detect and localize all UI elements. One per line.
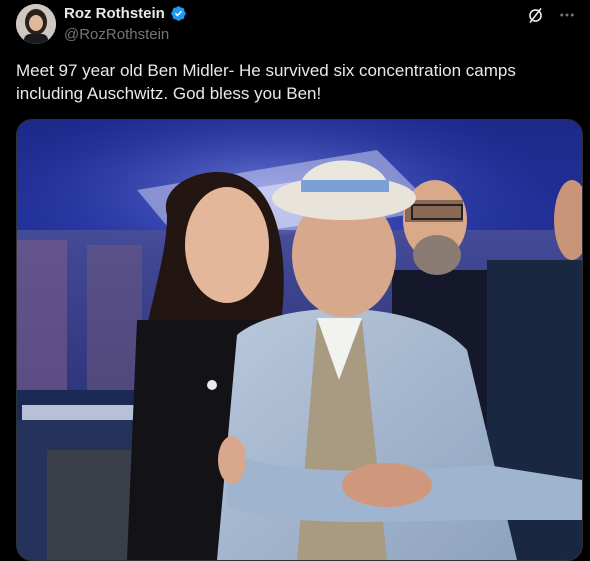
post-top-actions (524, 4, 578, 26)
author-display-name[interactable]: Roz Rothstein (64, 5, 165, 22)
author-avatar[interactable] (16, 4, 56, 44)
event-photo (17, 120, 582, 560)
verified-badge-icon[interactable] (170, 5, 187, 22)
post-text: Meet 97 year old Ben Midler- He survived… (16, 61, 521, 103)
post-media-photo[interactable] (16, 119, 583, 561)
more-options-icon[interactable] (556, 4, 578, 26)
author-handle[interactable]: @RozRothstein (64, 26, 169, 43)
avatar-photo (16, 4, 56, 44)
author-name-row: Roz Rothstein (64, 5, 187, 22)
grok-icon[interactable] (524, 4, 546, 26)
